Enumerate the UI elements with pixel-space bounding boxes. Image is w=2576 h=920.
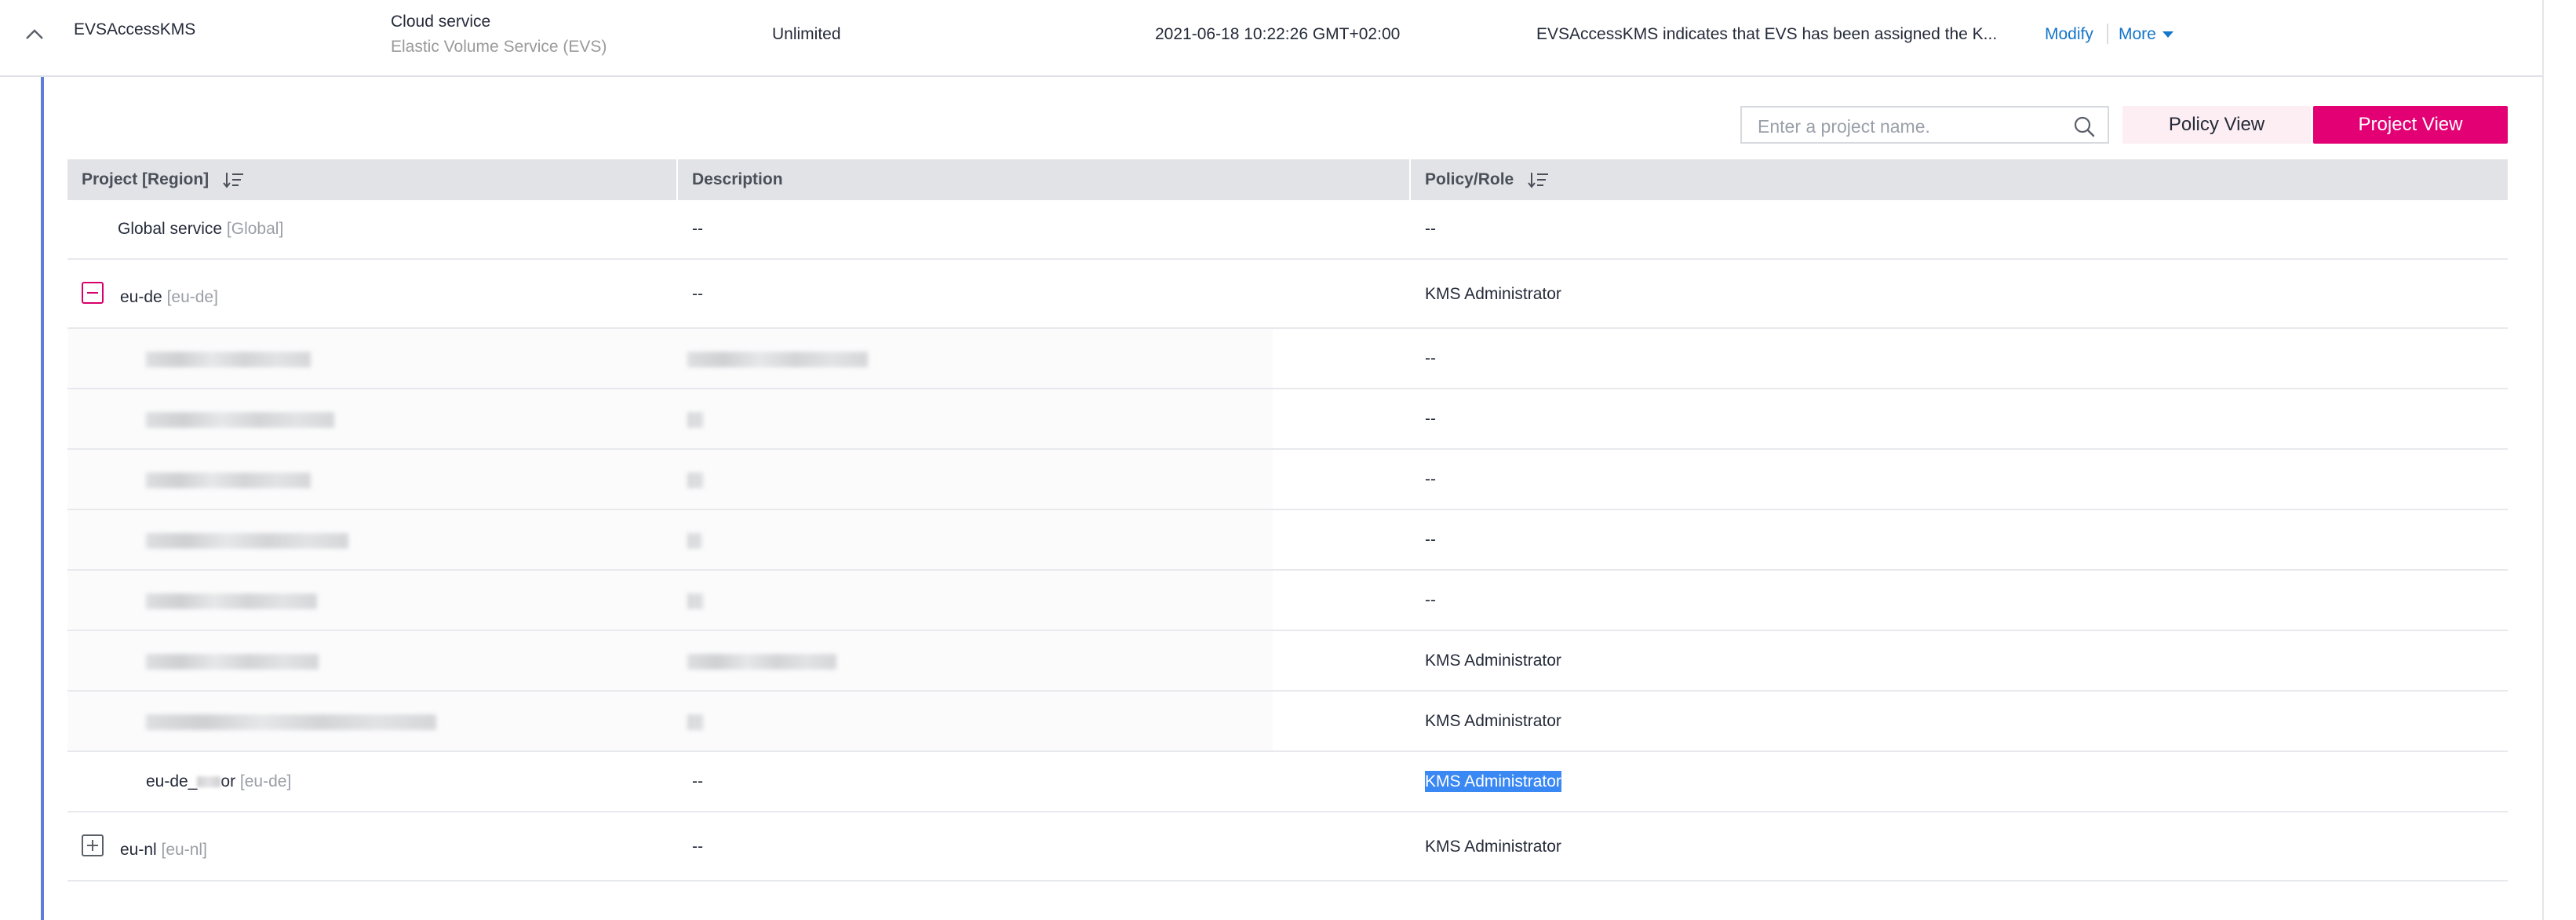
project-description: -- [692,772,703,790]
project-policy: -- [1425,410,1436,428]
column-header-policy-label: Policy/Role [1425,170,1514,188]
table-row: Global service [Global] -- -- [67,200,2508,260]
table-row: KMS Administrator [67,631,2508,692]
project-policy: KMS Administrator [1425,712,1561,730]
project-policy: KMS Administrator [1425,838,1561,856]
project-name: eu-de_ or [eu-de] [146,772,291,791]
column-header-project[interactable]: Project [Region] [67,159,676,200]
project-policy: -- [1425,220,1436,238]
operation-divider [2107,24,2108,44]
table-row: -- [67,571,2508,631]
redacted-project-name [146,350,311,369]
project-search [1740,106,2109,144]
redacted-description [687,713,703,732]
table-row: eu-de [eu-de] -- KMS Administrator [67,260,2508,329]
project-name-prefix: eu-de_ [146,772,198,790]
redacted-project-name [146,531,348,550]
redacted-project-name [146,592,317,611]
agency-name: EVSAccessKMS [74,20,196,38]
project-name-text: Global service [118,220,223,238]
redacted-project-name [146,471,311,490]
project-region: [eu-nl] [161,841,207,859]
collapse-row-icon[interactable] [82,282,104,304]
page-gutter [2542,0,2576,920]
agency-type: Cloud service [391,13,491,31]
column-header-policy[interactable]: Policy/Role [1411,159,2508,200]
project-policy: -- [1425,470,1436,488]
redacted-description [687,471,703,490]
project-description: -- [692,838,703,856]
table-row: eu-nl [eu-nl] -- KMS Administrator [67,812,2508,882]
redacted-description [687,411,703,429]
sort-icon[interactable] [223,171,245,189]
project-policy: -- [1425,531,1436,549]
project-policy: KMS Administrator [1425,285,1561,303]
more-dropdown[interactable]: More [2119,25,2173,44]
table-row: -- [67,510,2508,571]
table-row: -- [67,389,2508,450]
more-label: More [2119,25,2156,43]
project-name: eu-de [eu-de] [120,288,218,307]
redacted-name-part [197,776,221,788]
agency-page: EVSAccessKMS Cloud service Elastic Volum… [0,0,2545,920]
agency-created-time: 2021-06-18 10:22:26 GMT+02:00 [1155,25,1401,43]
project-policy: KMS Administrator [1425,652,1561,670]
table-row: eu-de_ or [eu-de] -- KMS Administrator [67,752,2508,812]
redacted-project-name [146,652,319,671]
column-header-description: Description [692,170,783,188]
redacted-description [687,592,703,611]
chevron-up-icon[interactable] [24,24,46,46]
project-view-button[interactable]: Project View [2313,106,2508,144]
project-policy: KMS Administrator [1425,771,1561,792]
expand-row-icon[interactable] [82,834,104,856]
agency-type-detail: Elastic Volume Service (EVS) [391,38,607,56]
project-name-text: eu-de [120,288,162,306]
project-name: eu-nl [eu-nl] [120,841,207,860]
project-policy: -- [1425,591,1436,609]
project-search-input[interactable] [1756,114,2057,139]
agency-duration: Unlimited [772,25,841,43]
agency-description: EVSAccessKMS indicates that EVS has been… [1536,25,1998,43]
redacted-description [687,350,868,369]
selected-text: KMS Administrator [1425,771,1561,792]
agency-row: EVSAccessKMS Cloud service Elastic Volum… [0,0,2542,77]
redacted-project-name [146,411,334,429]
project-name: Global service [Global] [118,220,283,239]
project-name-suffix: or [220,772,236,790]
project-region: [eu-de] [166,288,218,306]
redacted-description [687,652,836,671]
project-name-text: eu-nl [120,841,157,859]
project-description: -- [692,285,703,303]
table-header: Project [Region] Description Policy/Role [67,159,2508,200]
table-row: -- [67,329,2508,389]
policy-view-button[interactable]: Policy View [2122,106,2311,144]
column-header-project-label: Project [Region] [82,170,210,188]
search-icon[interactable] [2073,115,2095,137]
project-table: Project [Region] Description Policy/Role [67,159,2508,882]
modify-link[interactable]: Modify [2045,25,2093,44]
table-row: -- [67,450,2508,510]
caret-down-icon [2162,31,2173,38]
project-description: -- [692,220,703,238]
redacted-project-name [146,713,436,732]
sort-icon[interactable] [1528,171,1550,189]
project-region: [eu-de] [239,772,292,790]
project-region: [Global] [226,220,284,238]
redacted-description [687,531,701,550]
project-policy: -- [1425,349,1436,367]
table-row: KMS Administrator [67,692,2508,752]
